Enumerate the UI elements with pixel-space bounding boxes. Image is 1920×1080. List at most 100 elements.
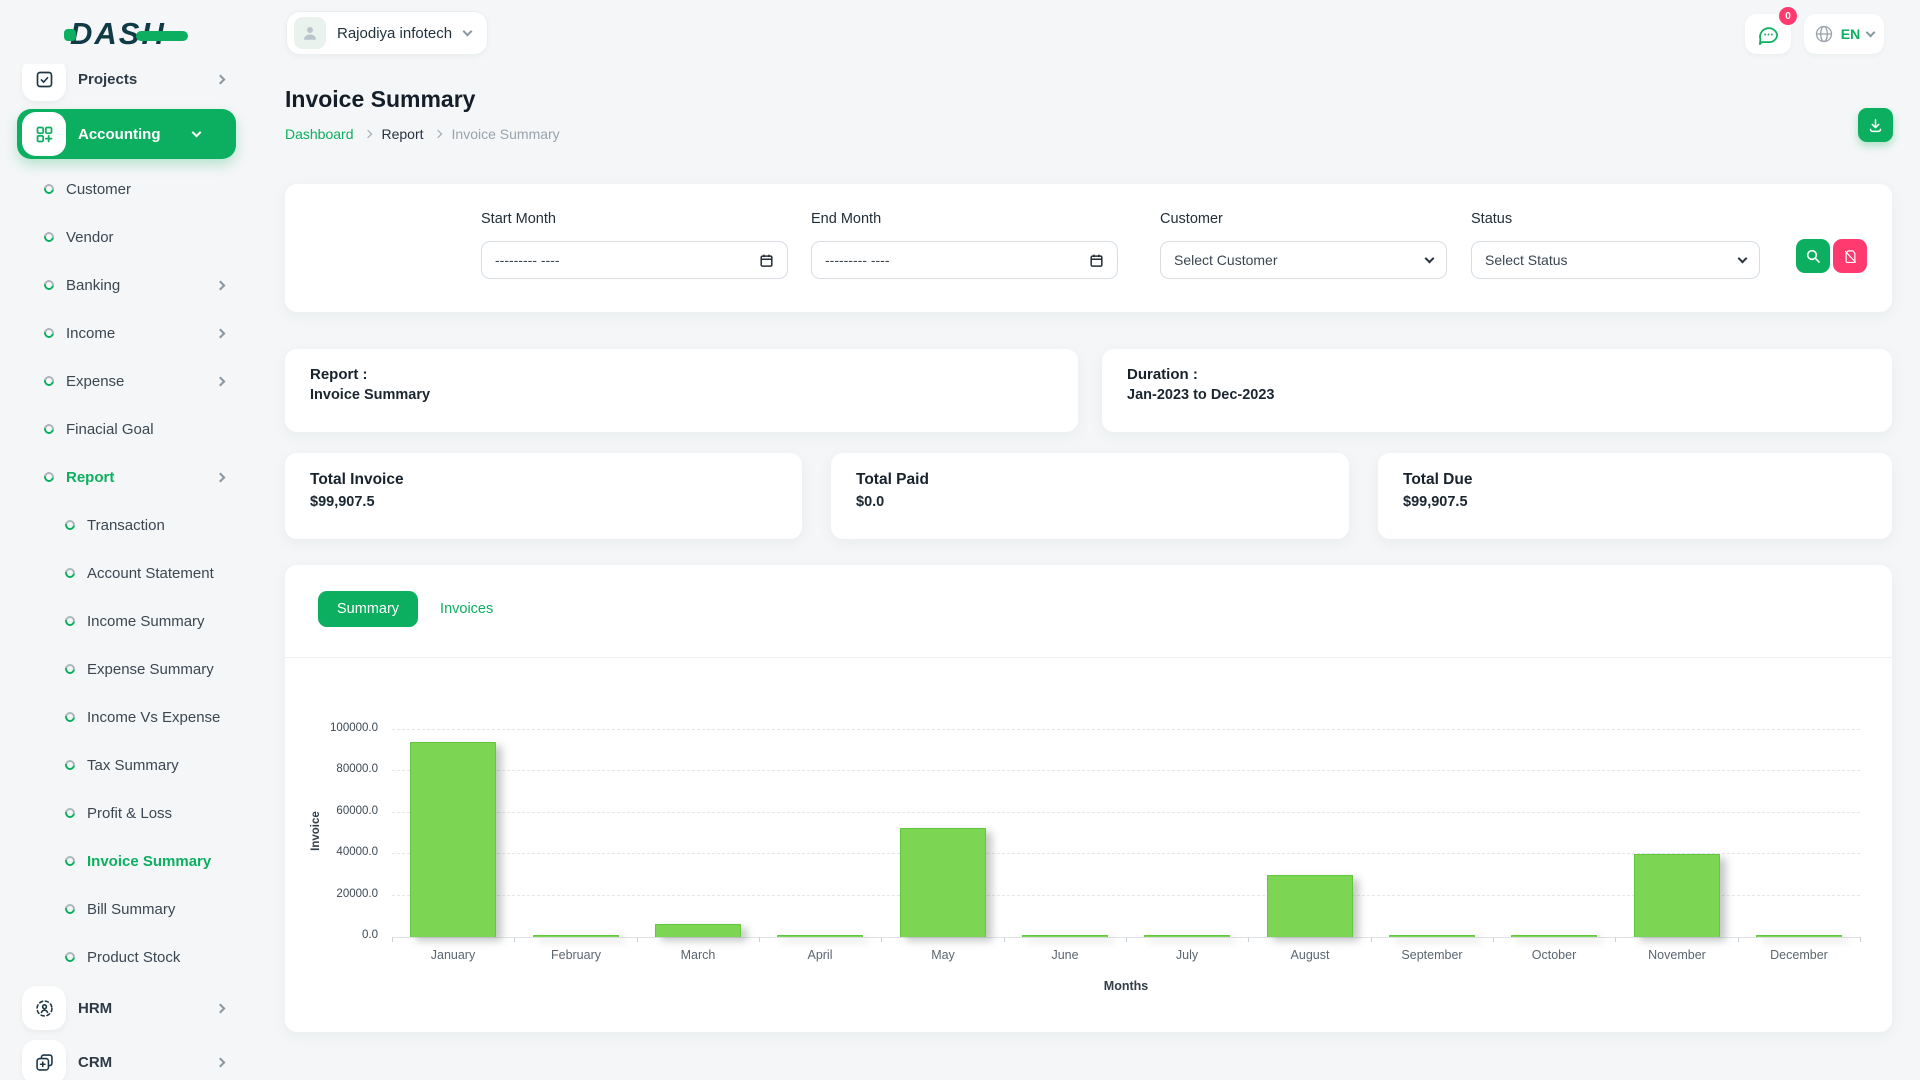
- stat-title: Total Paid: [856, 471, 929, 489]
- search-icon: [1805, 248, 1821, 264]
- customer-select[interactable]: Select Customer: [1160, 241, 1447, 279]
- sidebar-item-finacial-goal[interactable]: Finacial Goal: [0, 405, 260, 453]
- sidebar-item-label: Finacial Goal: [66, 421, 154, 438]
- invoice-chart-card: Summary Invoices 0.020000.040000.060000.…: [285, 565, 1892, 1032]
- chevron-down-icon: [1866, 27, 1876, 37]
- sidebar-item-report[interactable]: Report: [0, 453, 260, 501]
- x-axis-tick: [1615, 937, 1616, 942]
- download-icon: [1867, 117, 1884, 134]
- sidebar-item-banking[interactable]: Banking: [0, 261, 260, 309]
- bullet-icon: [42, 182, 56, 196]
- stat-title: Total Due: [1403, 471, 1472, 489]
- breadcrumb-separator-icon: [433, 130, 441, 138]
- sidebar-item-invoice-summary[interactable]: Invoice Summary: [0, 837, 260, 885]
- bullet-icon: [42, 374, 56, 388]
- bar-may[interactable]: [900, 828, 986, 937]
- sidebar-item-product-stock[interactable]: Product Stock: [0, 933, 260, 981]
- calendar-icon[interactable]: [759, 253, 774, 268]
- chevron-down-icon: [1738, 253, 1748, 263]
- sidebar-item-tax-summary[interactable]: Tax Summary: [0, 741, 260, 789]
- brand-logo[interactable]: DASH: [64, 16, 188, 52]
- sidebar-item-label: CRM: [78, 1054, 112, 1071]
- sidebar-item-label: Tax Summary: [87, 757, 179, 774]
- sidebar-item-crm[interactable]: CRM: [0, 1037, 260, 1080]
- x-axis-tick-label: January: [393, 948, 513, 962]
- calendar-icon[interactable]: [1089, 253, 1104, 268]
- sidebar-item-accounting[interactable]: Accounting: [17, 109, 236, 159]
- breadcrumb-item[interactable]: Dashboard: [285, 126, 354, 142]
- chevron-down-icon: [463, 26, 473, 36]
- sidebar-item-profit-loss[interactable]: Profit & Loss: [0, 789, 260, 837]
- start-month-label: Start Month: [481, 211, 556, 227]
- stat-value: $99,907.5: [1403, 494, 1468, 510]
- sidebar-item-account-statement[interactable]: Account Statement: [0, 549, 260, 597]
- breadcrumb: Dashboard Report Invoice Summary: [285, 126, 560, 142]
- bar-march[interactable]: [655, 924, 741, 937]
- x-axis-tick-label: July: [1127, 948, 1247, 962]
- sidebar-nav: ProjectsAccountingCustomerVendorBankingI…: [0, 50, 260, 1080]
- bar-december[interactable]: [1756, 935, 1842, 937]
- download-report-button[interactable]: [1858, 108, 1893, 142]
- bar-november[interactable]: [1634, 854, 1720, 937]
- clear-filter-icon: [1843, 249, 1858, 264]
- x-axis-tick-label: March: [638, 948, 758, 962]
- sidebar-item-customer[interactable]: Customer: [0, 165, 260, 213]
- gridline: [392, 770, 1860, 771]
- y-axis-tick-label: 100000.0: [298, 722, 378, 734]
- bar-january[interactable]: [410, 742, 496, 937]
- chevron-right-icon: [216, 280, 226, 290]
- bullet-icon: [63, 710, 77, 724]
- chevron-right-icon: [216, 328, 226, 338]
- sidebar-item-bill-summary[interactable]: Bill Summary: [0, 885, 260, 933]
- breadcrumb-separator-icon: [363, 130, 371, 138]
- x-axis-tick: [1493, 937, 1494, 942]
- bar-october[interactable]: [1511, 935, 1597, 937]
- company-selector[interactable]: Rajodiya infotech: [286, 11, 488, 55]
- sidebar-item-vendor[interactable]: Vendor: [0, 213, 260, 261]
- bar-september[interactable]: [1389, 935, 1475, 937]
- reset-filter-button[interactable]: [1833, 239, 1867, 273]
- invoice-bar-chart: 0.020000.040000.060000.080000.0100000.0J…: [285, 565, 1892, 1032]
- bar-april[interactable]: [777, 935, 863, 937]
- bar-august[interactable]: [1267, 875, 1353, 937]
- x-axis-tick-label: November: [1617, 948, 1737, 962]
- page-title: Invoice Summary: [285, 86, 475, 113]
- hrm-icon: [22, 986, 66, 1030]
- status-label: Status: [1471, 211, 1512, 227]
- notification-badge: 0: [1779, 7, 1797, 25]
- bar-february[interactable]: [533, 935, 619, 937]
- globe-icon: [1814, 24, 1834, 44]
- breadcrumb-item[interactable]: Report: [382, 126, 424, 142]
- x-axis-tick: [1371, 937, 1372, 942]
- language-selector[interactable]: EN: [1804, 14, 1884, 54]
- sidebar-item-transaction[interactable]: Transaction: [0, 501, 260, 549]
- sidebar-item-expense[interactable]: Expense: [0, 357, 260, 405]
- messages-button[interactable]: 0: [1745, 14, 1791, 54]
- sidebar-item-income[interactable]: Income: [0, 309, 260, 357]
- report-info-card: Report : Invoice Summary: [285, 349, 1078, 432]
- company-name: Rajodiya infotech: [337, 25, 452, 42]
- bullet-icon: [63, 806, 77, 820]
- sidebar-item-hrm[interactable]: HRM: [0, 983, 260, 1033]
- apply-filter-button[interactable]: [1796, 239, 1830, 273]
- bar-june[interactable]: [1022, 935, 1108, 937]
- breadcrumb-item: Invoice Summary: [452, 126, 560, 142]
- status-select[interactable]: Select Status: [1471, 241, 1760, 279]
- x-axis-tick-label: February: [516, 948, 636, 962]
- start-month-input[interactable]: --------- ----: [481, 241, 788, 279]
- sidebar-item-expense-summary[interactable]: Expense Summary: [0, 645, 260, 693]
- bullet-icon: [63, 662, 77, 676]
- sidebar-item-label: Transaction: [87, 517, 165, 534]
- bar-july[interactable]: [1144, 935, 1230, 937]
- x-axis-tick-label: June: [1005, 948, 1125, 962]
- bullet-icon: [42, 470, 56, 484]
- stat-card-total-invoice: Total Invoice $99,907.5: [285, 453, 802, 539]
- sidebar-item-income-vs-expense[interactable]: Income Vs Expense: [0, 693, 260, 741]
- sidebar-item-label: Invoice Summary: [87, 853, 211, 870]
- end-month-input[interactable]: --------- ----: [811, 241, 1118, 279]
- x-axis-tick: [1860, 937, 1861, 942]
- y-axis-tick-label: 0.0: [298, 929, 378, 941]
- sidebar-item-income-summary[interactable]: Income Summary: [0, 597, 260, 645]
- bullet-icon: [63, 902, 77, 916]
- end-month-placeholder: --------- ----: [825, 252, 890, 268]
